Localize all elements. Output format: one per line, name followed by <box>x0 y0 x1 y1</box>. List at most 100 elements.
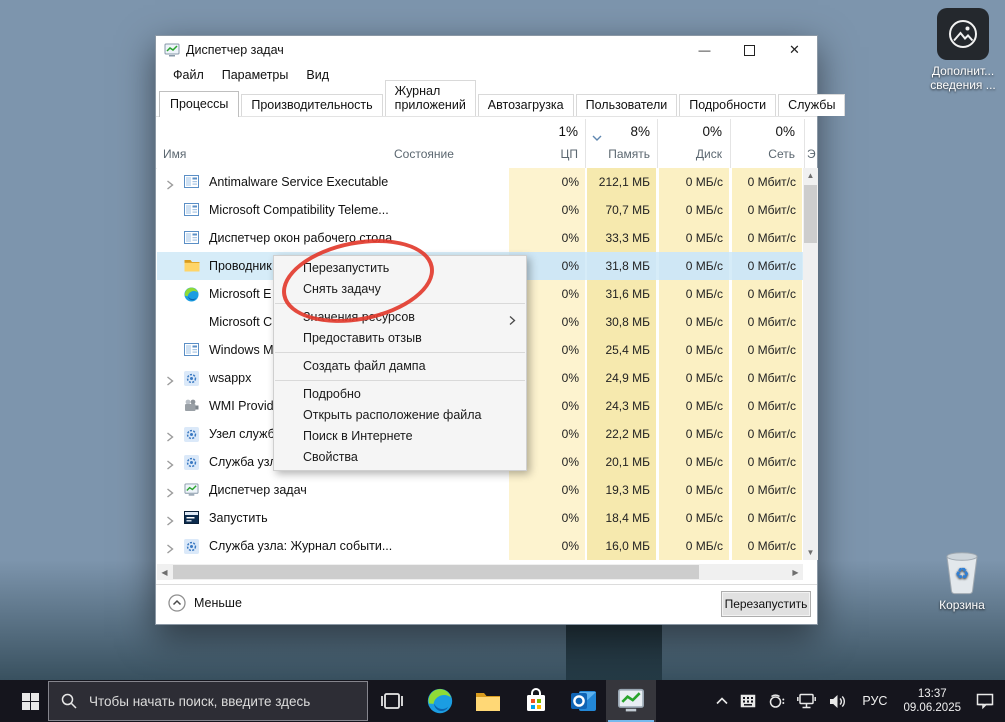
task-manager-icon <box>617 688 645 714</box>
hidden-icons-button[interactable] <box>710 680 734 722</box>
process-name: WMI Provid <box>209 392 274 420</box>
outlook-button[interactable] <box>560 680 608 722</box>
maximize-button[interactable] <box>727 36 772 64</box>
net-value: 0 Мбит/с <box>732 196 802 224</box>
expand-chevron-icon[interactable] <box>166 429 174 439</box>
clock[interactable]: 13:37 09.06.2025 <box>895 687 969 715</box>
file-explorer-button[interactable] <box>464 680 512 722</box>
expand-chevron-icon[interactable] <box>166 373 174 383</box>
process-row[interactable]: Диспетчер окон рабочего стола0%33,3 МБ0 … <box>157 224 803 252</box>
scroll-left-icon[interactable]: ◀ <box>157 564 172 580</box>
process-name: Microsoft C <box>209 308 272 336</box>
process-name: Windows M <box>209 336 274 364</box>
process-row[interactable]: Запустить0%18,4 МБ0 МБ/с0 Мбит/с <box>157 504 803 532</box>
svg-text:♻: ♻ <box>955 564 969 583</box>
minimize-button[interactable]: — <box>682 36 727 64</box>
restart-button[interactable]: Перезапустить <box>721 591 811 617</box>
mem-value: 24,3 МБ <box>587 392 656 420</box>
column-disk[interactable]: Диск <box>658 147 722 162</box>
mem-value: 19,3 МБ <box>587 476 656 504</box>
outlook-icon <box>571 689 597 713</box>
context-menu-item[interactable]: Предоставить отзыв <box>274 328 526 349</box>
column-status[interactable]: Состояние <box>394 147 454 162</box>
expand-chevron-icon[interactable] <box>166 177 174 187</box>
recycle-bin-icon: ♻ <box>941 548 983 596</box>
tray-device-button[interactable] <box>762 680 791 722</box>
desktop-icon-info[interactable]: Дополнит... сведения ... <box>926 8 1000 92</box>
expand-chevron-icon[interactable] <box>166 541 174 551</box>
tab-Производительность[interactable]: Производительность <box>241 94 382 116</box>
menu-файл[interactable]: Файл <box>164 66 213 84</box>
tab-Журнал приложений[interactable]: Журнал приложений <box>385 80 476 116</box>
scrollbar-thumb[interactable] <box>804 185 817 243</box>
process-name: Узел служб <box>209 420 275 448</box>
menu-separator <box>275 380 525 381</box>
context-menu-item[interactable]: Создать файл дампа <box>274 356 526 377</box>
column-divider <box>730 119 731 168</box>
tab-Процессы[interactable]: Процессы <box>159 91 239 117</box>
task-manager-taskbar-button[interactable] <box>606 680 656 722</box>
net-value: 0 Мбит/с <box>732 252 802 280</box>
scroll-down-icon[interactable]: ▼ <box>803 545 818 560</box>
cpu-value: 0% <box>509 196 585 224</box>
action-center-button[interactable] <box>969 680 1001 722</box>
expand-chevron-icon[interactable] <box>166 485 174 495</box>
edge-taskbar-button[interactable] <box>416 680 464 722</box>
speaker-icon <box>829 694 848 709</box>
start-button[interactable] <box>12 680 48 722</box>
context-menu-item[interactable]: Открыть расположение файла <box>274 405 526 426</box>
tab-Пользователи[interactable]: Пользователи <box>576 94 678 116</box>
chevron-up-circle-icon <box>168 594 186 612</box>
ethernet-icon <box>797 693 817 710</box>
scroll-up-icon[interactable]: ▲ <box>803 168 818 183</box>
context-menu-item[interactable]: Подробно <box>274 384 526 405</box>
touch-keyboard-button[interactable] <box>734 680 762 722</box>
titlebar[interactable]: Диспетчер задач — ✕ <box>156 36 817 64</box>
disk-value: 0 МБ/с <box>659 364 729 392</box>
net-value: 0 Мбит/с <box>732 364 802 392</box>
context-menu-item[interactable]: Поиск в Интернете <box>274 426 526 447</box>
search-input[interactable] <box>87 693 341 710</box>
volume-button[interactable] <box>823 680 854 722</box>
folder-icon <box>184 259 200 274</box>
fewer-details-toggle[interactable]: Меньше <box>168 594 242 612</box>
scrollbar-thumb[interactable] <box>173 565 699 579</box>
process-name: Служба узл <box>209 448 277 476</box>
language-indicator[interactable]: РУС <box>854 694 895 708</box>
process-row[interactable]: Служба узла: Журнал событи...0%16,0 МБ0 … <box>157 532 803 560</box>
wmi-icon <box>184 399 200 414</box>
column-cpu[interactable]: ЦП <box>508 147 578 162</box>
process-row[interactable]: Antimalware Service Executable0%212,1 МБ… <box>157 168 803 196</box>
desktop-icon-recycle-bin[interactable]: ♻ Корзина <box>930 548 994 612</box>
close-button[interactable]: ✕ <box>772 36 817 64</box>
expand-chevron-icon[interactable] <box>166 513 174 523</box>
process-row[interactable]: Microsoft Compatibility Teleme...0%70,7 … <box>157 196 803 224</box>
mem-value: 20,1 МБ <box>587 448 656 476</box>
horizontal-scrollbar[interactable]: ◀ ▶ <box>157 564 803 580</box>
tab-Подробности[interactable]: Подробности <box>679 94 776 116</box>
menu-параметры[interactable]: Параметры <box>213 66 298 84</box>
cpu-value: 0% <box>509 532 585 560</box>
task-view-button[interactable] <box>368 680 416 722</box>
tab-strip: ПроцессыПроизводительностьЖурнал приложе… <box>159 88 817 114</box>
scroll-right-icon[interactable]: ▶ <box>788 564 803 580</box>
expand-chevron-icon[interactable] <box>166 457 174 467</box>
network-button[interactable] <box>791 680 823 722</box>
menu-вид[interactable]: Вид <box>297 66 338 84</box>
vertical-scrollbar[interactable]: ▲ ▼ <box>803 168 818 560</box>
process-row[interactable]: Диспетчер задач0%19,3 МБ0 МБ/с0 Мбит/с <box>157 476 803 504</box>
tab-Автозагрузка[interactable]: Автозагрузка <box>478 94 574 116</box>
column-extra[interactable]: Э <box>807 147 816 162</box>
column-memory[interactable]: Память <box>586 147 650 162</box>
taskbar-search[interactable] <box>48 681 368 721</box>
windows-logo-icon <box>22 693 39 710</box>
table-header[interactable]: Имя Состояние 1% ЦП 8% Память 0% Диск 0%… <box>156 117 817 169</box>
mem-value: 70,7 МБ <box>587 196 656 224</box>
tab-Службы[interactable]: Службы <box>778 94 845 116</box>
microsoft-store-button[interactable] <box>512 680 560 722</box>
gear-icon <box>184 427 200 442</box>
column-network[interactable]: Сеть <box>731 147 795 162</box>
keyboard-icon <box>740 694 756 708</box>
context-menu-item[interactable]: Свойства <box>274 447 526 468</box>
column-name[interactable]: Имя <box>163 147 186 162</box>
